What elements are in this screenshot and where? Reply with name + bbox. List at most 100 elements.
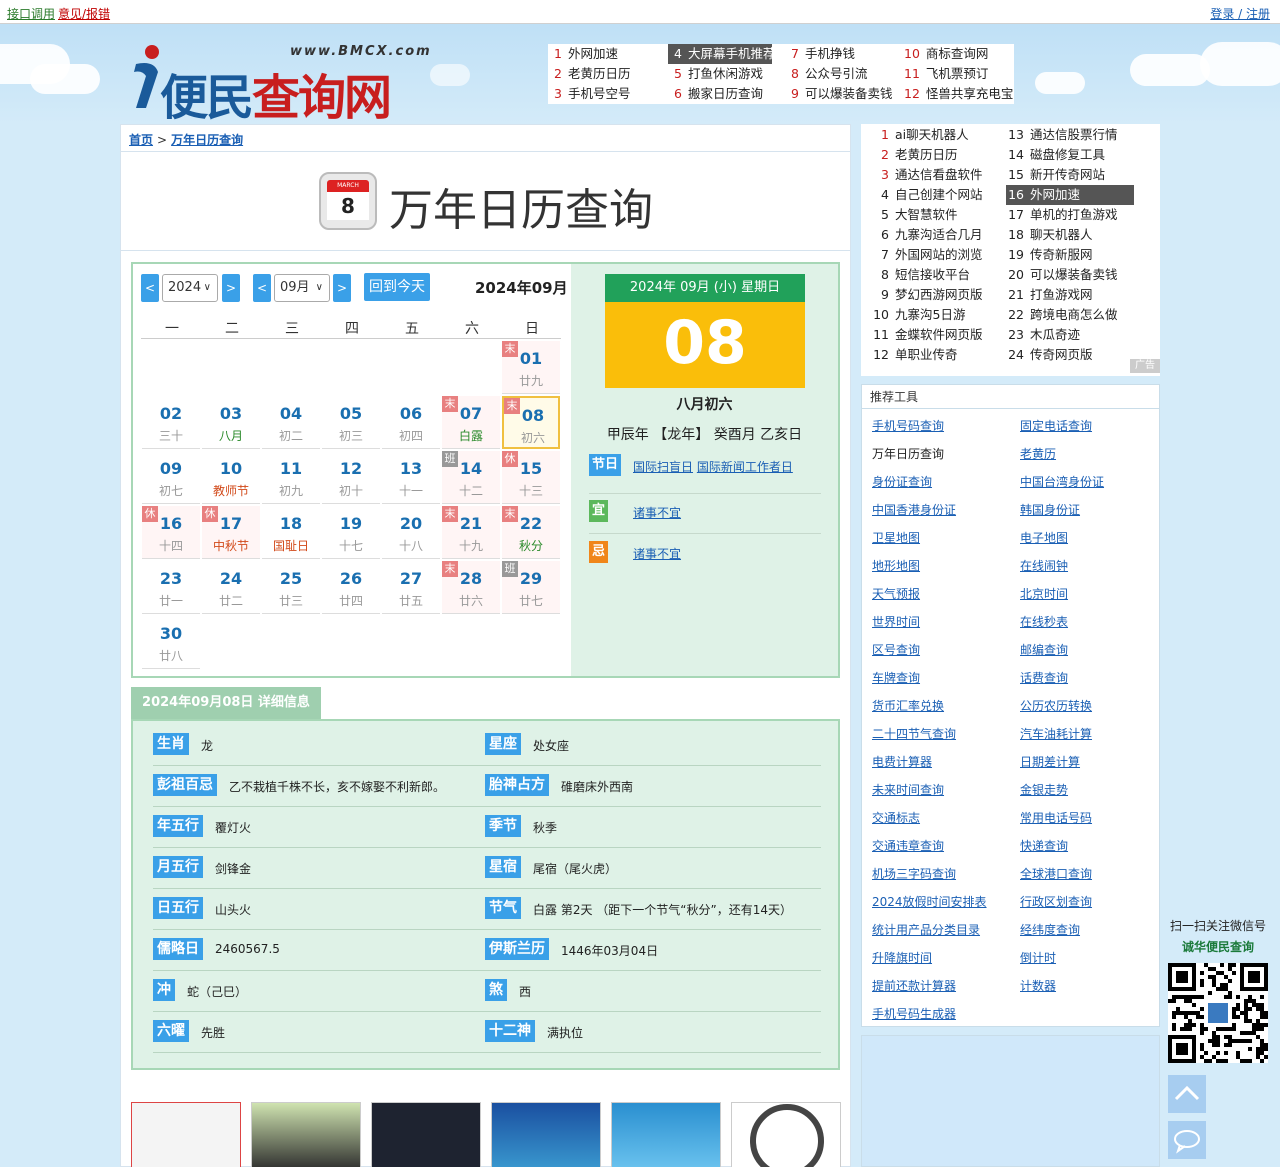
site-logo[interactable]: www.BMCX.com 便民查询网 <box>130 32 440 126</box>
calendar-day[interactable]: 24 廿二 <box>202 561 260 614</box>
calendar-day[interactable]: 10 教师节 <box>202 451 260 504</box>
thumbnail-image[interactable] <box>131 1102 241 1167</box>
sidebar-ad-link[interactable]: 2 老黄历日历 <box>871 145 999 165</box>
tool-link[interactable]: 地形地图 <box>872 557 920 574</box>
tool-link[interactable]: 手机号码查询 <box>872 417 944 434</box>
calendar-day[interactable]: 04 初二 <box>262 396 320 449</box>
tool-link[interactable]: 交通标志 <box>872 809 920 826</box>
calendar-day[interactable]: 19 十七 <box>322 506 380 559</box>
sidebar-ad-link[interactable]: 17 单机的打鱼游戏 <box>1006 205 1134 225</box>
calendar-day[interactable]: 30 廿八 <box>142 616 200 669</box>
top-link[interactable]: 2 老黄历日历 <box>548 64 630 84</box>
calendar-day[interactable]: 02 三十 <box>142 396 200 449</box>
tool-link[interactable]: 世界时间 <box>872 613 920 630</box>
prev-month-button[interactable]: < <box>253 274 271 302</box>
calendar-day[interactable]: 末 22 秋分 <box>502 506 560 559</box>
tool-link[interactable]: 万年日历查询 <box>872 445 944 462</box>
calendar-day[interactable]: 23 廿一 <box>142 561 200 614</box>
top-link[interactable]: 9 可以爆装备卖钱 <box>785 84 892 104</box>
sidebar-ad-link[interactable]: 22 跨境电商怎么做 <box>1006 305 1134 325</box>
calendar-day[interactable]: 休 17 中秋节 <box>202 506 260 559</box>
thumbnail-image[interactable] <box>371 1102 481 1167</box>
sidebar-ad-link[interactable]: 19 传奇新服网 <box>1006 245 1134 265</box>
tool-link[interactable]: 在线闹钟 <box>1020 557 1068 574</box>
breadcrumb-home[interactable]: 首页 <box>129 133 153 147</box>
sidebar-ad-link[interactable]: 10 九寨沟5日游 <box>871 305 999 325</box>
top-link[interactable]: 8 公众号引流 <box>785 64 867 84</box>
sidebar-ad-link[interactable]: 12 单职业传奇 <box>871 345 999 365</box>
tool-link[interactable]: 汽车油耗计算 <box>1020 725 1092 742</box>
calendar-day[interactable]: 休 16 十四 <box>142 506 200 559</box>
feedback-chat-button[interactable] <box>1168 1121 1206 1159</box>
calendar-day[interactable]: 03 八月 <box>202 396 260 449</box>
top-link[interactable]: 1 外网加速 <box>548 44 618 64</box>
sidebar-ad-link[interactable]: 6 九寨沟适合几月 <box>871 225 999 245</box>
month-select[interactable]: 09月 ∨ <box>274 274 330 302</box>
feedback-link[interactable]: 意见/报错 <box>58 5 110 22</box>
tool-link[interactable]: 北京时间 <box>1020 585 1068 602</box>
thumbnail-image[interactable] <box>491 1102 601 1167</box>
calendar-day[interactable]: 06 初四 <box>382 396 440 449</box>
calendar-day[interactable]: 05 初三 <box>322 396 380 449</box>
tool-link[interactable]: 机场三字码查询 <box>872 865 956 882</box>
sidebar-ad-link[interactable]: 24 传奇网页版 <box>1006 345 1134 365</box>
tool-link[interactable]: 中国香港身份证 <box>872 501 956 518</box>
calendar-day[interactable]: 末 01 廿九 <box>502 341 560 394</box>
ji-link[interactable]: 诸事不宜 <box>633 547 681 561</box>
tool-link[interactable]: 卫星地图 <box>872 529 920 546</box>
calendar-day[interactable]: 25 廿三 <box>262 561 320 614</box>
prev-year-button[interactable]: < <box>141 274 159 302</box>
yi-link[interactable]: 诸事不宜 <box>633 506 681 520</box>
calendar-day[interactable]: 12 初十 <box>322 451 380 504</box>
tool-link[interactable]: 统计用产品分类目录 <box>872 921 980 938</box>
api-link[interactable]: 接口调用 <box>7 5 55 22</box>
calendar-day[interactable]: 末 08 初六 <box>502 396 560 449</box>
tool-link[interactable]: 电费计算器 <box>872 753 932 770</box>
sidebar-ad-link[interactable]: 13 通达信股票行情 <box>1006 125 1134 145</box>
sidebar-ad-link[interactable]: 7 外国网站的浏览 <box>871 245 999 265</box>
sidebar-ad-link[interactable]: 4 自己创建个网站 <box>871 185 999 205</box>
tool-link[interactable]: 区号查询 <box>872 641 920 658</box>
tool-link[interactable]: 未来时间查询 <box>872 781 944 798</box>
login-register-link[interactable]: 登录 / 注册 <box>1210 5 1270 22</box>
sidebar-ad-link[interactable]: 18 聊天机器人 <box>1006 225 1134 245</box>
festival-link[interactable]: 国际扫盲日 <box>633 460 693 474</box>
calendar-day[interactable]: 班 14 十二 <box>442 451 500 504</box>
top-link[interactable]: 10 商标查询网 <box>898 44 988 64</box>
sidebar-ad-link[interactable]: 14 磁盘修复工具 <box>1006 145 1134 165</box>
top-link[interactable]: 6 搬家日历查询 <box>668 84 763 104</box>
back-to-top-button[interactable] <box>1168 1075 1206 1113</box>
tool-link[interactable]: 全球港口查询 <box>1020 865 1092 882</box>
calendar-day[interactable]: 13 十一 <box>382 451 440 504</box>
sidebar-ad-link[interactable]: 3 通达信看盘软件 <box>871 165 999 185</box>
calendar-day[interactable]: 18 国耻日 <box>262 506 320 559</box>
calendar-day[interactable]: 27 廿五 <box>382 561 440 614</box>
tool-link[interactable]: 金银走势 <box>1020 781 1068 798</box>
next-month-button[interactable]: > <box>333 274 351 302</box>
tool-link[interactable]: 身份证查询 <box>872 473 932 490</box>
tool-link[interactable]: 在线秒表 <box>1020 613 1068 630</box>
tool-link[interactable]: 固定电话查询 <box>1020 417 1092 434</box>
breadcrumb-current[interactable]: 万年日历查询 <box>171 133 243 147</box>
sidebar-ad-link[interactable]: 5 大智慧软件 <box>871 205 999 225</box>
top-link[interactable]: 12 怪兽共享充电宝 <box>898 84 1013 104</box>
festival-link[interactable]: 国际新闻工作者日 <box>697 460 793 474</box>
top-link[interactable]: 4 大屏幕手机推荐 <box>668 44 775 64</box>
detail-tab[interactable]: 2024年09月08日 详细信息 <box>131 687 321 719</box>
calendar-day[interactable]: 末 07 白露 <box>442 396 500 449</box>
tool-link[interactable]: 车牌查询 <box>872 669 920 686</box>
tool-link[interactable]: 提前还款计算器 <box>872 977 956 994</box>
tool-link[interactable]: 货币汇率兑换 <box>872 697 944 714</box>
tool-link[interactable]: 二十四节气查询 <box>872 725 956 742</box>
tool-link[interactable]: 计数器 <box>1020 977 1056 994</box>
year-select[interactable]: 2024 ∨ <box>162 274 218 302</box>
tool-link[interactable]: 韩国身份证 <box>1020 501 1080 518</box>
tool-link[interactable]: 交通违章查询 <box>872 837 944 854</box>
sidebar-ad-link[interactable]: 15 新开传奇网站 <box>1006 165 1134 185</box>
sidebar-ad-link[interactable]: 16 外网加速 <box>1006 185 1134 205</box>
top-link[interactable]: 7 手机挣钱 <box>785 44 855 64</box>
tool-link[interactable]: 老黄历 <box>1020 445 1056 462</box>
sidebar-ad-link[interactable]: 23 木瓜奇迹 <box>1006 325 1134 345</box>
calendar-day[interactable]: 末 28 廿六 <box>442 561 500 614</box>
tool-link[interactable]: 快递查询 <box>1020 837 1068 854</box>
